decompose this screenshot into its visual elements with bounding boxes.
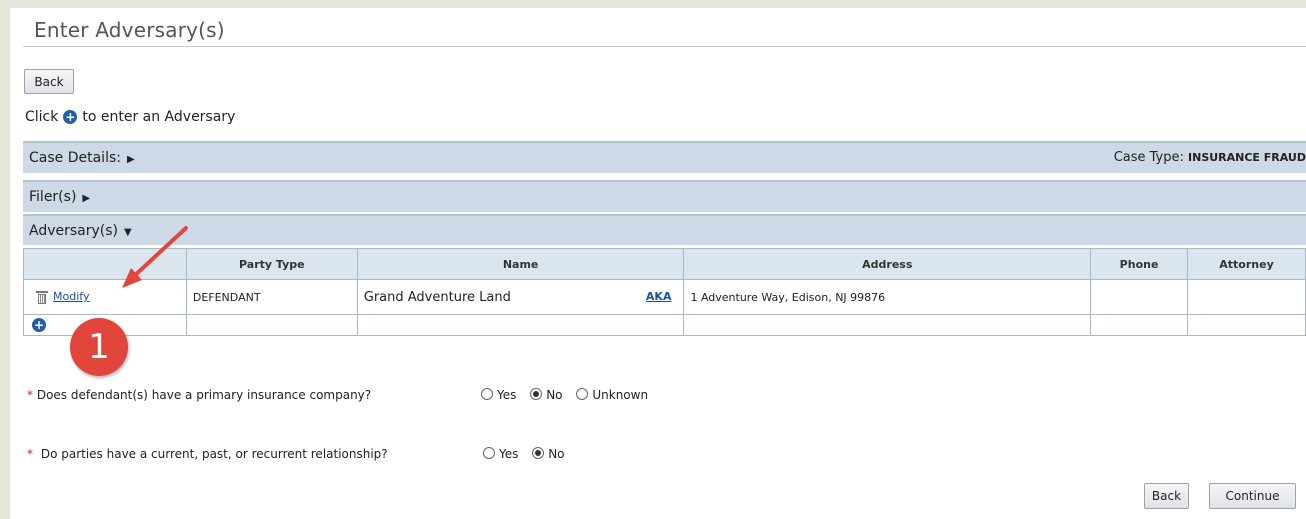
radio-selected-icon[interactable] (532, 447, 545, 459)
radio-selected-icon[interactable] (530, 388, 543, 400)
radio-icon[interactable] (483, 447, 495, 459)
insurance-question: * Does defendant(s) have a primary insur… (27, 388, 648, 402)
adversary-table: Party Type Name Address Phone Attorney M… (23, 248, 1306, 336)
case-type-label: Case Type: (1113, 150, 1184, 165)
option-label: Yes (497, 388, 517, 402)
filers-section[interactable]: Filer(s) ▶ (23, 180, 1306, 212)
relationship-option-no[interactable]: No (532, 447, 565, 461)
radio-icon[interactable] (481, 388, 493, 400)
option-label: Unknown (592, 388, 649, 402)
party-type-cell: DEFENDANT (185, 279, 358, 315)
address-cell: 1 Adventure Way, Edison, NJ 99876 (683, 279, 1092, 315)
step-callout-badge: 1 (70, 318, 128, 376)
option-label: Yes (499, 447, 519, 461)
empty-cell (683, 314, 1092, 336)
add-adversary-icon[interactable]: + (32, 318, 46, 332)
empty-cell (1090, 314, 1189, 336)
insurance-option-unknown[interactable]: Unknown (576, 388, 648, 402)
insurance-options: Yes No Unknown (481, 388, 658, 402)
column-header-phone: Phone (1090, 248, 1189, 280)
empty-cell (185, 314, 358, 336)
table-header-row: Party Type Name Address Phone Attorney (23, 248, 1306, 280)
insurance-option-no[interactable]: No (530, 388, 563, 402)
phone-cell (1090, 279, 1189, 315)
add-adversary-row: + (23, 314, 1306, 336)
aka-link[interactable]: AKA (646, 290, 672, 303)
name-cell: Grand Adventure Land AKA (356, 279, 685, 315)
callout-arrow-icon (122, 226, 188, 288)
continue-button[interactable]: Continue (1209, 483, 1296, 509)
relationship-options: Yes No (483, 447, 575, 461)
back-button-bottom[interactable]: Back (1144, 483, 1189, 509)
relationship-question-text: Do parties have a current, past, or recu… (40, 447, 388, 461)
column-header-party-type: Party Type (185, 248, 358, 280)
title-divider (23, 46, 1306, 47)
empty-cell (356, 314, 685, 336)
radio-icon[interactable] (576, 388, 589, 400)
option-label: No (548, 447, 565, 461)
adversaries-section[interactable]: Adversary(s) ▼ (23, 214, 1306, 245)
option-label: No (546, 388, 563, 402)
column-header-name: Name (356, 248, 685, 280)
page-frame: Enter Adversary(s) Back Click + to enter… (10, 8, 1306, 519)
attorney-cell (1187, 279, 1306, 315)
relationship-question: * Do parties have a current, past, or re… (27, 447, 565, 461)
case-details-section[interactable]: Case Details: ▶ Case Type: INSURANCE FRAU… (23, 141, 1306, 173)
insurance-question-text: Does defendant(s) have a primary insuran… (36, 388, 372, 402)
empty-cell (1187, 314, 1306, 336)
case-type: Case Type: INSURANCE FRAUD (1114, 150, 1306, 165)
required-asterisk: * (27, 447, 33, 461)
column-header-address: Address (683, 248, 1092, 280)
table-row: Modify DEFENDANT Grand Adventure Land AK… (23, 279, 1306, 315)
column-header-attorney: Attorney (1187, 248, 1306, 280)
case-type-value: INSURANCE FRAUD (1188, 151, 1306, 164)
insurance-option-yes[interactable]: Yes (481, 388, 516, 402)
adversary-name: Grand Adventure Land (363, 289, 511, 305)
relationship-option-yes[interactable]: Yes (483, 447, 518, 461)
required-asterisk: * (27, 388, 33, 402)
